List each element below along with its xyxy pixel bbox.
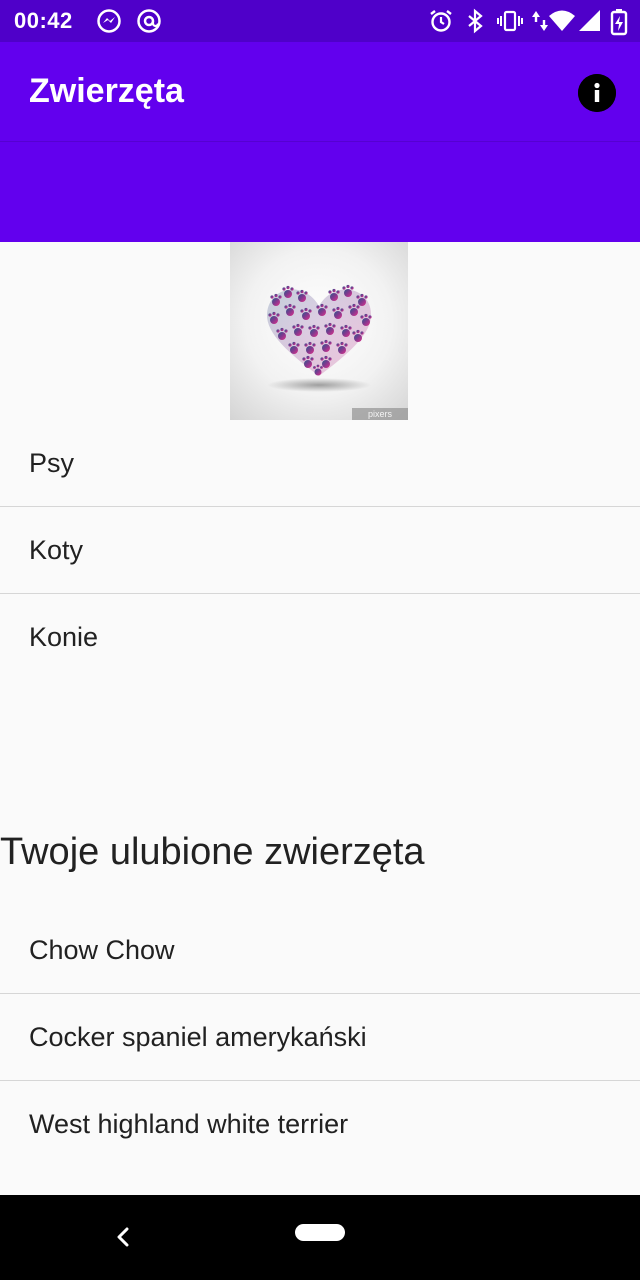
list-item-label: Chow Chow — [29, 934, 175, 965]
alarm-icon — [428, 8, 454, 34]
app-bar-divider — [0, 141, 640, 142]
list-item-label: West highland white terrier — [29, 1108, 349, 1139]
bluetooth-icon — [462, 8, 488, 34]
status-time: 00:42 — [14, 8, 73, 33]
cellular-signal-icon — [578, 8, 604, 34]
category-list: Psy Koty Konie — [0, 420, 640, 681]
wifi-icon — [548, 8, 575, 34]
list-item-konie[interactable]: Konie — [0, 594, 640, 681]
navigation-bar — [0, 1195, 640, 1280]
info-button[interactable] — [578, 74, 616, 112]
favorite-item-cocker-spaniel[interactable]: Cocker spaniel amerykański — [0, 994, 640, 1081]
home-pill-icon[interactable] — [295, 1224, 345, 1241]
favorite-item-chow-chow[interactable]: Chow Chow — [0, 907, 640, 994]
favorites-list: Chow Chow Cocker spaniel amerykański Wes… — [0, 907, 640, 1168]
list-item-koty[interactable]: Koty — [0, 507, 640, 594]
status-bar: 00:42 — [0, 0, 640, 42]
list-item-psy[interactable]: Psy — [0, 420, 640, 507]
list-item-label: Konie — [29, 621, 99, 652]
favorites-title: Twoje ulubione zwierzęta — [0, 831, 425, 873]
messenger-icon — [96, 8, 122, 34]
image-watermark: pixers — [352, 408, 408, 420]
app-bar: Zwierzęta — [0, 42, 640, 242]
battery-charging-icon — [610, 8, 636, 36]
at-sign-icon — [136, 8, 162, 34]
list-item-label: Cocker spaniel amerykański — [29, 1021, 367, 1052]
list-item-label: Koty — [29, 534, 84, 565]
app-title: Zwierzęta — [29, 72, 184, 110]
back-chevron-icon[interactable] — [110, 1223, 138, 1251]
favorite-item-west-highland[interactable]: West highland white terrier — [0, 1081, 640, 1168]
vibrate-icon — [496, 8, 523, 34]
list-item-label: Psy — [29, 447, 75, 478]
info-icon — [578, 74, 616, 112]
paw-heart-image: pixers — [230, 242, 408, 420]
